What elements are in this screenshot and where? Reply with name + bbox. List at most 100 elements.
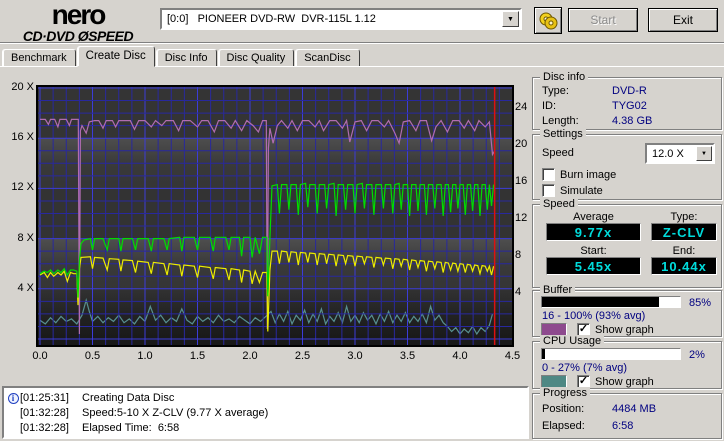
type-label: Type:	[670, 211, 698, 223]
disc-id-label: ID:	[542, 100, 557, 112]
tab-disc-info[interactable]: Disc Info	[155, 49, 217, 67]
exit-button-label: Exit	[672, 13, 693, 27]
speed-group-title: Speed	[540, 198, 578, 211]
cd-dvd-speed-logo-text: CD·DVD ØSPEED	[22, 28, 134, 44]
progress-group: Progress Position: 4484 MB Elapsed: 6:58	[532, 387, 722, 439]
disc-id-row: ID: TYG02	[542, 100, 647, 113]
disc-type-label: Type:	[542, 85, 569, 97]
log-message: Speed:5-10 X Z-CLV (9.77 X average)	[82, 407, 269, 419]
start-button[interactable]: Start	[568, 8, 638, 32]
header-divider	[0, 42, 724, 44]
x-axis-tick: 4.5	[504, 350, 521, 362]
settings-group: Settings Speed 12.0 X ▼ Burn image Simul…	[532, 128, 722, 200]
left-axis-tick: 16 X	[11, 131, 34, 144]
right-axis-tick: 16	[515, 175, 528, 187]
buffer-range: 16 - 100% (93% avg)	[542, 310, 646, 322]
simulate-label: Simulate	[560, 184, 603, 197]
speed-select-dropdown-button[interactable]: ▼	[696, 146, 712, 161]
buffer-group: Buffer 85% 16 - 100% (93% avg) ✓ Show gr…	[532, 284, 722, 337]
x-axis-tick: 0.0	[32, 350, 48, 362]
x-axis-tick: 3.0	[347, 350, 363, 362]
position-row: Position: 4484 MB	[542, 403, 656, 416]
end-speed-lcd: 10.44x	[651, 257, 717, 275]
cpu-range: 0 - 27% (7% avg)	[542, 362, 627, 374]
tab-scandisc[interactable]: ScanDisc	[295, 49, 360, 67]
nero-logo-text: nero	[51, 0, 107, 30]
speed-group: Speed Average Type: 9.77x Z-CLV Start: E…	[532, 198, 722, 288]
cpu-percent: 2%	[689, 349, 705, 361]
left-axis-tick: 8 X	[17, 231, 34, 244]
end-label: End:	[672, 245, 696, 257]
status-log-list[interactable]: i [01:25:31] Creating Data Disc [01:32:28] S…	[2, 386, 529, 439]
average-label: Average	[573, 211, 614, 223]
tab-disc-quality[interactable]: Disc Quality	[217, 49, 295, 67]
elapsed-value: 6:58	[612, 420, 634, 432]
x-axis-tick: 0.5	[84, 350, 101, 362]
drive-select-combobox[interactable]: [0:0] PIONEER DVD-RW DVR-115L 1.12 ▼	[160, 8, 522, 30]
log-message: Elapsed Time: 6:58	[82, 422, 180, 434]
elapsed-row: Elapsed: 6:58	[542, 420, 633, 433]
settings-title: Settings	[540, 128, 586, 141]
disc-info-group: Disc info Type: DVD-R ID: TYG02 Length: …	[532, 71, 722, 130]
start-label: Start:	[580, 245, 607, 257]
drive-select-dropdown-button[interactable]: ▼	[502, 11, 519, 27]
speed-label: Speed	[542, 147, 574, 159]
burn-image-checkbox-row[interactable]: Burn image	[542, 168, 616, 181]
disc-length-row: Length: 4.38 GB	[542, 115, 652, 128]
chevron-down-icon: ▼	[701, 150, 707, 157]
cpu-show-graph-label: Show graph	[595, 375, 654, 388]
disc-id-value: TYG02	[612, 100, 647, 112]
nero-cd-dvd-speed-window: nero CD·DVD ØSPEED [0:0] PIONEER DVD-RW …	[0, 0, 724, 441]
drive-select-value: [0:0] PIONEER DVD-RW DVR-115L 1.12	[167, 13, 376, 25]
buffer-percent: 85%	[689, 297, 712, 309]
simulate-checkbox-row[interactable]: Simulate	[542, 184, 603, 197]
x-axis-tick: 1.5	[189, 350, 206, 362]
progress-title: Progress	[540, 387, 591, 400]
log-timestamp: [01:32:28]	[20, 422, 69, 434]
position-label: Position:	[542, 403, 585, 415]
cpu-meter-fill	[542, 349, 545, 359]
disc-length-value: 4.38 GB	[612, 115, 653, 127]
buffer-meter	[541, 296, 681, 308]
speed-type-lcd: Z-CLV	[651, 223, 717, 241]
tab-benchmark[interactable]: Benchmark	[2, 49, 76, 67]
log-entry[interactable]: [01:32:28] Elapsed Time: 6:58	[6, 421, 525, 436]
speed-setting-label: Speed	[542, 147, 574, 160]
exit-button[interactable]: Exit	[648, 8, 718, 32]
x-axis-tick: 4.0	[452, 350, 468, 362]
speed-chart-plot	[36, 85, 514, 347]
tab-create-disc[interactable]: Create Disc	[76, 46, 155, 67]
start-button-label: Start	[590, 13, 616, 27]
right-axis-tick: 24	[515, 101, 528, 113]
left-axis-tick: 12 X	[11, 181, 34, 194]
right-axis-tick: 4	[515, 286, 522, 298]
position-value: 4484 MB	[612, 403, 657, 415]
info-icon: i	[7, 393, 19, 404]
log-message: Creating Data Disc	[82, 392, 175, 404]
x-axis-tick: 1.0	[137, 350, 153, 362]
discs-icon	[539, 12, 558, 29]
left-axis-tick: 20 X	[11, 81, 34, 93]
disc-options-button[interactable]	[534, 7, 562, 34]
elapsed-label: Elapsed:	[542, 420, 585, 432]
disc-info-title: Disc info	[540, 71, 589, 84]
average-speed-lcd: 9.77x	[546, 223, 641, 241]
chevron-down-icon: ▼	[507, 15, 514, 23]
buffer-meter-fill	[542, 297, 660, 307]
cpu-usage-title: CPU Usage	[540, 335, 605, 348]
log-entry[interactable]: [01:32:28] Speed:5-10 X Z-CLV (9.77 X ave…	[6, 406, 525, 421]
simulate-checkbox[interactable]	[542, 184, 555, 197]
log-timestamp: [01:32:28]	[20, 407, 69, 419]
cpu-usage-group: CPU Usage 2% 0 - 27% (7% avg) ✓ Show gra…	[532, 335, 722, 389]
speed-select-value: 12.0 X	[652, 147, 684, 160]
cpu-meter	[541, 348, 681, 360]
log-entry[interactable]: i [01:25:31] Creating Data Disc	[6, 391, 525, 406]
buffer-show-graph-label: Show graph	[595, 323, 654, 336]
disc-type-row: Type: DVD-R	[542, 85, 647, 98]
burn-image-checkbox[interactable]	[542, 168, 555, 181]
log-timestamp: [01:25:31]	[20, 392, 69, 404]
burn-image-label: Burn image	[560, 168, 617, 181]
right-axis-tick: 12	[515, 212, 528, 224]
nero-logo: nero CD·DVD ØSPEED	[2, 0, 154, 44]
speed-select-combobox[interactable]: 12.0 X ▼	[645, 143, 715, 164]
